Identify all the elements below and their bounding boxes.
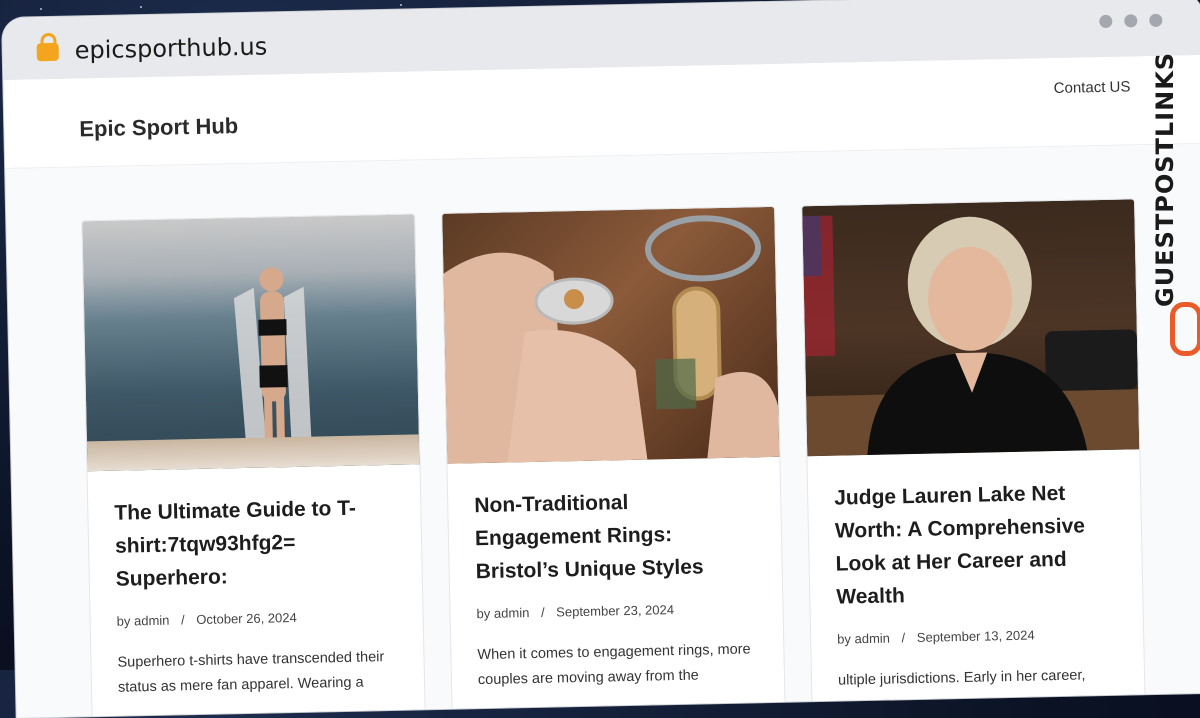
post-thumbnail-judge[interactable] (802, 199, 1140, 457)
post-meta: by admin / September 13, 2024 (837, 626, 1117, 647)
guestpostlinks-watermark: GUESTPOSTLINKS (1140, 50, 1200, 356)
post-title[interactable]: Judge Lauren Lake Net Worth: A Comprehen… (834, 476, 1117, 614)
meta-separator: / (180, 612, 185, 628)
nav-link-contact[interactable]: Contact US (1054, 78, 1131, 97)
window-dot-icon[interactable] (1124, 14, 1138, 28)
post-meta: by admin / September 23, 2024 (476, 600, 756, 621)
author-link[interactable]: admin (494, 605, 530, 621)
window-dot-icon[interactable] (1149, 13, 1163, 27)
author-prefix: by (476, 605, 491, 622)
hands-ring-box-icon (443, 215, 780, 464)
post-date: October 26, 2024 (196, 609, 297, 628)
post-date: September 23, 2024 (556, 602, 675, 620)
author-link[interactable]: admin (854, 631, 890, 647)
rocky-shore (86, 434, 420, 472)
judge-portrait-icon (802, 215, 1140, 457)
post-card[interactable]: The Ultimate Guide to T-shirt:7tqw93hfg2… (81, 213, 427, 718)
lock-icon (36, 42, 59, 62)
post-thumbnail-swimwear[interactable] (82, 214, 420, 472)
author-prefix: by (116, 613, 131, 629)
watermark-text: GUESTPOSTLINKS (1151, 51, 1179, 307)
post-date: September 13, 2024 (916, 627, 1035, 645)
author-link[interactable]: admin (134, 613, 170, 629)
post-excerpt: When it comes to engagement rings, more … (477, 641, 751, 689)
post-card[interactable]: Non-Traditional Engagement Rings: Bristo… (441, 205, 787, 718)
post-thumbnail-rings[interactable] (442, 206, 780, 464)
browser-window: epicsporthub.us Epic Sport Hub Contact U… (2, 0, 1200, 718)
post-title[interactable]: The Ultimate Guide to T-shirt:7tqw93hfg2… (114, 491, 396, 596)
posts-grid: The Ultimate Guide to T-shirt:7tqw93hfg2… (5, 143, 1200, 718)
meta-separator: / (901, 630, 906, 646)
post-excerpt: Superhero t-shirts have transcended thei… (117, 649, 385, 696)
author-prefix: by (837, 631, 852, 647)
chain-link-logo-icon (1170, 302, 1200, 356)
post-title[interactable]: Non-Traditional Engagement Rings: Bristo… (474, 483, 756, 588)
window-dot-icon[interactable] (1099, 14, 1113, 29)
post-card[interactable]: Judge Lauren Lake Net Worth: A Comprehen… (801, 198, 1146, 718)
meta-separator: / (540, 604, 545, 620)
site-title[interactable]: Epic Sport Hub (79, 113, 238, 142)
address-bar[interactable]: epicsporthub.us (74, 32, 267, 64)
window-controls (1099, 13, 1163, 29)
post-excerpt: ultiple jurisdictions. Early in her care… (837, 667, 1086, 689)
post-meta: by admin / October 26, 2024 (117, 608, 397, 629)
